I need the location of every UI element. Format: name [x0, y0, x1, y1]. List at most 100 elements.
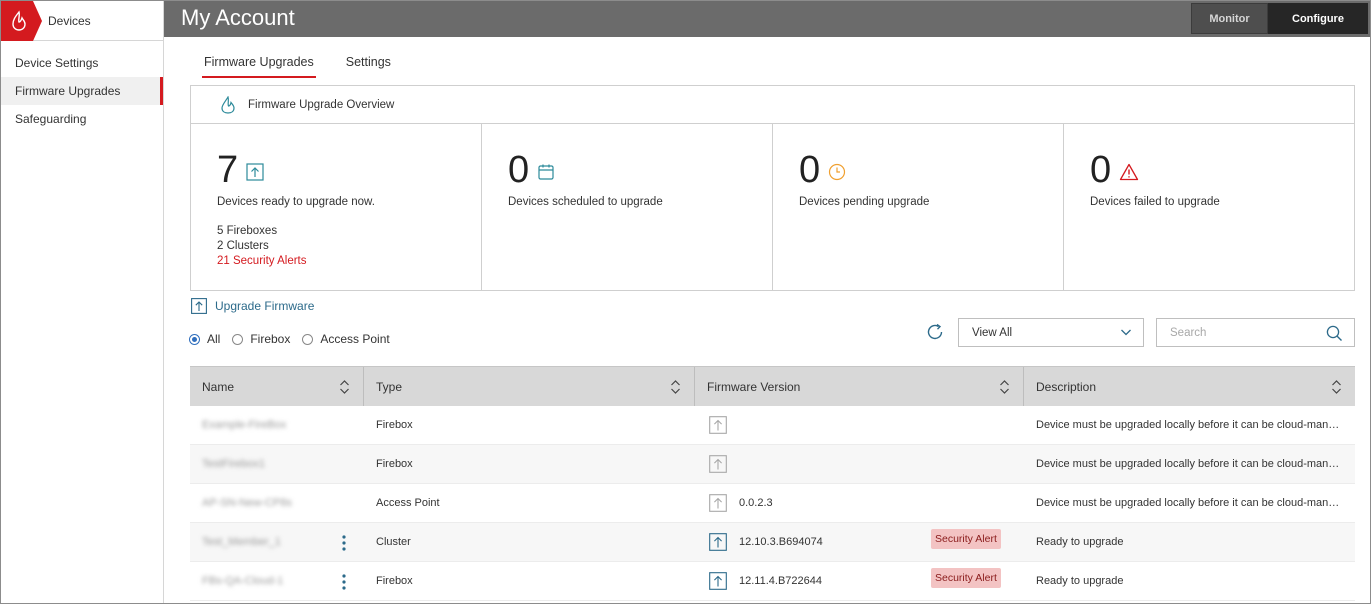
sidebar-item-device-settings[interactable]: Device Settings [1, 49, 163, 77]
security-alert-badge[interactable]: Security Alert [931, 567, 1001, 588]
cell-type: Access Point [364, 484, 695, 523]
cell-description: Device must be upgraded locally before i… [1024, 484, 1355, 523]
column-header-name[interactable]: Name [190, 367, 364, 406]
table-row[interactable]: AP-SN-New-CP8s Access Point 0.0.2.3 Device … [190, 484, 1355, 523]
scheduled-count: 0 [508, 149, 530, 191]
sidebar-header: Devices [1, 0, 163, 41]
monitor-button[interactable]: Monitor [1191, 3, 1268, 34]
upgrade-firmware-button[interactable]: Upgrade Firmware [191, 298, 314, 314]
upgrade-firmware-icon[interactable] [709, 455, 727, 473]
ready-label: Devices ready to upgrade now. [217, 196, 375, 208]
sort-icon[interactable] [670, 379, 681, 395]
failed-label: Devices failed to upgrade [1090, 196, 1220, 208]
refresh-button[interactable] [925, 322, 945, 345]
cell-type: Firebox [364, 445, 695, 484]
sidebar-title: Devices [48, 13, 91, 28]
failed-count: 0 [1090, 149, 1112, 191]
more-options-icon[interactable] [341, 534, 347, 552]
cell-type: Cluster [364, 523, 695, 562]
fireboxes-count: 5 Fireboxes [217, 225, 278, 237]
upload-icon [246, 163, 264, 181]
upgrade-firmware-icon[interactable] [709, 416, 727, 434]
clusters-count: 2 Clusters [217, 240, 269, 252]
cell-firmware-version: 12.10.3.B694074 Security Alert [695, 523, 1024, 562]
device-name[interactable]: AP-SN-New-CP8s [202, 497, 292, 509]
security-alert-badge[interactable]: Security Alert [931, 528, 1001, 549]
device-description: Ready to upgrade [1036, 575, 1124, 587]
device-description: Device must be upgraded locally before i… [1036, 458, 1340, 470]
table-body: Example-FireBox Firebox Device must be upg… [190, 406, 1355, 601]
sort-icon[interactable] [339, 379, 350, 395]
cell-firmware-version [695, 445, 1024, 484]
ready-count: 7 [217, 149, 239, 191]
firmware-version: 0.0.2.3 [739, 497, 773, 509]
security-alerts-link[interactable]: 21 Security Alerts [217, 254, 481, 269]
sidebar-item-firmware-upgrades[interactable]: Firmware Upgrades [1, 77, 163, 105]
cell-description: Device must be upgraded locally before i… [1024, 445, 1355, 484]
overview-title: Firmware Upgrade Overview [248, 98, 395, 111]
cell-description: Device must be upgraded locally before i… [1024, 406, 1355, 445]
view-filter-select[interactable]: View All [958, 318, 1144, 347]
scheduled-label: Devices scheduled to upgrade [508, 196, 663, 208]
page-title: My Account [181, 5, 295, 30]
device-type-filter: All Firebox Access Point [189, 332, 402, 346]
scheduled-card: 0 Devices scheduled to upgrade [482, 124, 773, 291]
pending-count: 0 [799, 149, 821, 191]
more-options-icon[interactable] [341, 573, 347, 591]
sort-icon[interactable] [999, 379, 1010, 395]
device-type: Firebox [376, 458, 413, 470]
device-name[interactable]: Test_Member_1 [202, 536, 281, 548]
filter-firebox-radio[interactable]: Firebox [232, 332, 290, 346]
pending-card: 0 Devices pending upgrade [773, 124, 1064, 291]
failed-card: 0 Devices failed to upgrade [1064, 124, 1354, 291]
pending-label: Devices pending upgrade [799, 196, 930, 208]
column-header-firmware-version[interactable]: Firmware Version [695, 367, 1024, 406]
chevron-down-icon [1121, 329, 1131, 336]
column-header-type[interactable]: Type [364, 367, 695, 406]
filter-access-point-label: Access Point [320, 332, 390, 346]
firmware-devices-table: Name Type Firmware Version Description E… [190, 366, 1355, 601]
upgrade-firmware-icon[interactable] [709, 572, 727, 590]
calendar-icon [538, 164, 554, 180]
column-header-description[interactable]: Description [1024, 367, 1355, 406]
watchguard-logo-icon [1, 0, 43, 41]
tab-bar: Firmware Upgrades Settings [202, 55, 423, 78]
firmware-drop-icon [221, 95, 235, 114]
upgrade-firmware-icon[interactable] [709, 494, 727, 512]
upload-icon [191, 298, 207, 314]
search-icon[interactable] [1326, 325, 1343, 342]
tab-firmware-upgrades[interactable]: Firmware Upgrades [202, 55, 316, 78]
cell-type: Firebox [364, 406, 695, 445]
column-description-label: Description [1036, 379, 1097, 394]
search-box [1156, 318, 1355, 347]
configure-button[interactable]: Configure [1268, 3, 1368, 34]
filter-all-radio[interactable]: All [189, 332, 220, 346]
cell-firmware-version [695, 406, 1024, 445]
filter-all-label: All [207, 332, 221, 346]
table-row[interactable]: TestFirebox1 Firebox Device must be upgrad… [190, 445, 1355, 484]
table-row[interactable]: FBs-QA-Cloud-1 Firebox 12.11.4.B722644 Secu… [190, 562, 1355, 601]
ready-to-upgrade-card: 7 Devices ready to upgrade now. 5 Firebo… [191, 124, 482, 291]
cell-name: TestFirebox1 [190, 445, 364, 484]
cell-firmware-version: 12.11.4.B722644 Security Alert [695, 562, 1024, 601]
filter-access-point-radio[interactable]: Access Point [302, 332, 390, 346]
table-row[interactable]: Example-FireBox Firebox Device must be upg… [190, 406, 1355, 445]
table-header: Name Type Firmware Version Description [190, 366, 1355, 406]
device-description: Device must be upgraded locally before i… [1036, 497, 1340, 509]
cell-name: FBs-QA-Cloud-1 [190, 562, 364, 601]
view-filter-value: View All [972, 326, 1013, 339]
device-name[interactable]: Example-FireBox [202, 419, 286, 431]
upgrade-firmware-label: Upgrade Firmware [215, 299, 315, 313]
device-name[interactable]: TestFirebox1 [202, 458, 265, 470]
device-name[interactable]: FBs-QA-Cloud-1 [202, 575, 283, 587]
refresh-icon [927, 323, 943, 340]
tab-settings[interactable]: Settings [346, 55, 391, 77]
cell-type: Firebox [364, 562, 695, 601]
sidebar-item-safeguarding[interactable]: Safeguarding [1, 105, 163, 133]
device-description: Ready to upgrade [1036, 536, 1124, 548]
table-row[interactable]: Test_Member_1 Cluster 12.10.3.B694074 Secur… [190, 523, 1355, 562]
upgrade-firmware-icon[interactable] [709, 533, 727, 551]
sort-icon[interactable] [1331, 379, 1342, 395]
filter-firebox-label: Firebox [250, 332, 291, 346]
search-input[interactable] [1170, 326, 1320, 339]
